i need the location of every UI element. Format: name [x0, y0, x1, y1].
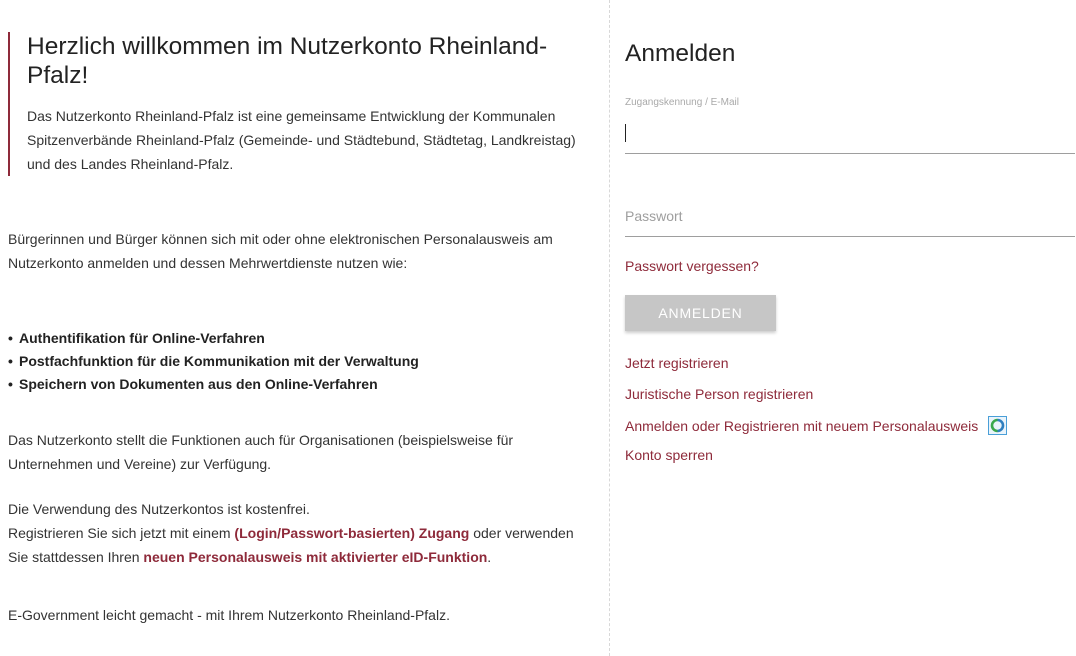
- login-access-link[interactable]: (Login/Passwort-basierten) Zugang: [234, 525, 469, 541]
- page-title: Herzlich willkommen im Nutzerkonto Rhein…: [27, 33, 548, 89]
- register-text-part: Registrieren Sie sich jetzt mit einem: [8, 525, 235, 541]
- eid-icon[interactable]: [988, 416, 1008, 436]
- bullet-icon: •: [8, 376, 13, 392]
- cost-line: Die Verwendung des Nutzerkontos ist kost…: [8, 501, 310, 517]
- forgot-password-link[interactable]: Passwort vergessen?: [625, 258, 759, 274]
- cost-paragraph: Die Verwendung des Nutzerkontos ist kost…: [8, 497, 593, 569]
- register-legal-person-link[interactable]: Juristische Person registrieren: [625, 386, 813, 402]
- password-input[interactable]: [625, 195, 1075, 237]
- feature-label: Speichern von Dokumenten aus den Online-…: [19, 376, 378, 392]
- intro-block: Herzlich willkommen im Nutzerkonto Rhein…: [8, 32, 597, 176]
- bullet-icon: •: [8, 353, 13, 369]
- feature-item: • Speichern von Dokumenten aus den Online…: [8, 373, 419, 396]
- register-link[interactable]: Jetzt registrieren: [625, 355, 728, 371]
- feature-item: • Authentifikation für Online-Verfahren: [8, 327, 419, 350]
- organizations-paragraph: Das Nutzerkonto stellt die Funktionen au…: [8, 432, 514, 472]
- feature-item: • Postfachfunktion für die Kommunikation …: [8, 350, 419, 373]
- username-label: Zugangskennung / E-Mail: [625, 97, 739, 108]
- lock-account-link[interactable]: Konto sperren: [625, 447, 713, 463]
- feature-list: • Authentifikation für Online-Verfahren •…: [8, 327, 419, 396]
- eid-function-link[interactable]: neuen Personalausweis mit aktivierter eI…: [143, 549, 487, 565]
- column-divider: [609, 0, 610, 656]
- bullet-icon: •: [8, 330, 13, 346]
- eid-login-link[interactable]: Anmelden oder Registrieren mit neuem Per…: [625, 418, 978, 434]
- intro-text: Das Nutzerkonto Rheinland-Pfalz ist eine…: [27, 108, 576, 172]
- eid-login-row: Anmelden oder Registrieren mit neuem Per…: [625, 416, 1008, 436]
- egov-paragraph: E-Government leicht gemacht - mit Ihrem …: [8, 607, 450, 623]
- text-cursor: [625, 124, 626, 142]
- login-button[interactable]: ANMELDEN: [625, 295, 776, 331]
- login-title: Anmelden: [625, 40, 736, 67]
- register-text-part: .: [487, 549, 492, 565]
- feature-label: Postfachfunktion für die Kommunikation m…: [19, 353, 419, 369]
- username-input[interactable]: [625, 118, 1075, 154]
- citizens-paragraph: Bürgerinnen und Bürger können sich mit o…: [8, 231, 553, 271]
- feature-label: Authentifikation für Online-Verfahren: [19, 330, 265, 346]
